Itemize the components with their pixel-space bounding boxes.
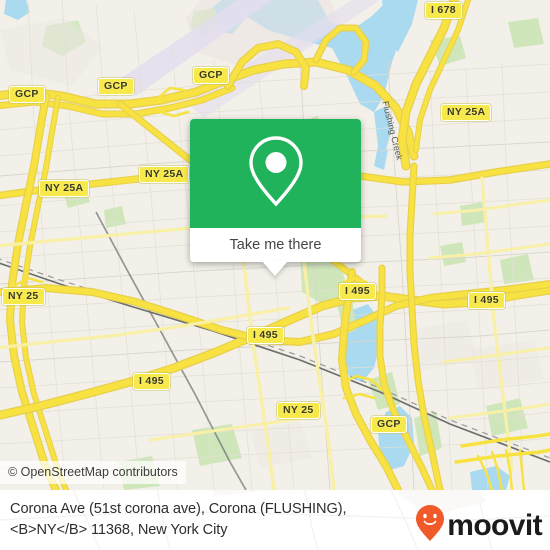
osm-attribution[interactable]: © OpenStreetMap contributors — [0, 461, 186, 484]
map-pin-icon — [245, 133, 307, 214]
road-shield: GCP — [9, 86, 45, 103]
road-shield: I 495 — [339, 283, 376, 300]
popup-pointer-tail — [262, 261, 288, 276]
map-canvas[interactable]: .w { fill:#aadaf0; } .grn { fill:#d5e8c4… — [0, 0, 550, 490]
road-shield: NY 25A — [441, 104, 492, 121]
moovit-logo[interactable]: moovit — [415, 504, 543, 547]
road-shield: I 495 — [133, 373, 170, 390]
moovit-smiley-pin-icon — [415, 504, 445, 547]
address-line-1: Corona Ave (51st corona ave), Corona (FL… — [10, 501, 347, 517]
road-shield: GCP — [98, 78, 134, 95]
road-shield: I 495 — [247, 327, 284, 344]
road-shield: NY 25A — [139, 166, 190, 183]
road-shield: NY 25 — [277, 402, 320, 419]
popup-action-bar[interactable]: Take me there — [190, 228, 361, 262]
road-shield: GCP — [371, 416, 407, 433]
address-text: Corona Ave (51st corona ave), Corona (FL… — [10, 499, 410, 541]
road-shield: I 495 — [468, 292, 505, 309]
address-line-2: <B>NY</B> 11368, New York City — [10, 522, 228, 538]
location-popup-card[interactable]: Take me there — [190, 119, 361, 276]
take-me-there-label: Take me there — [229, 237, 322, 253]
road-shield: NY 25A — [39, 180, 90, 197]
moovit-wordmark: moovit — [447, 508, 542, 542]
road-shield: NY 25 — [2, 288, 45, 305]
road-shield: GCP — [193, 67, 229, 84]
popup-pin-area — [190, 119, 361, 228]
road-shield: I 678 — [425, 2, 462, 19]
footer-bar: Corona Ave (51st corona ave), Corona (FL… — [0, 490, 550, 550]
